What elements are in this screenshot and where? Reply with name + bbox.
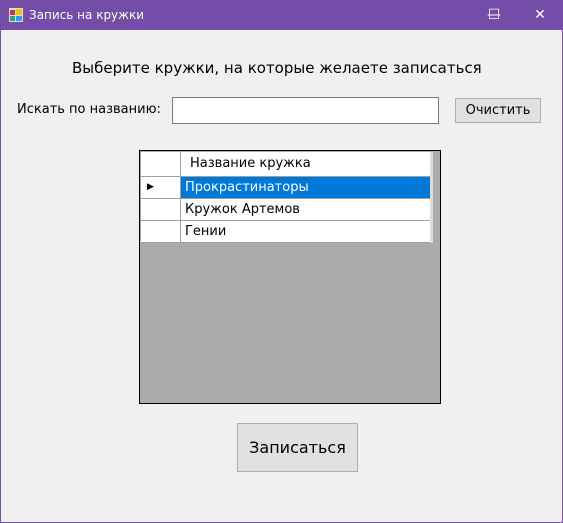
window-title: Запись на кружки xyxy=(29,8,145,22)
row-header-corner xyxy=(141,152,181,176)
search-label: Искать по названию: xyxy=(17,102,161,117)
grid-header-row: Название кружка xyxy=(141,152,431,177)
clubs-grid[interactable]: Название кружка ▶ Прокрастинаторы Кружок… xyxy=(139,150,441,404)
grid-cell[interactable]: Гении xyxy=(181,221,431,242)
column-header-club-name[interactable]: Название кружка xyxy=(181,152,431,176)
page-heading: Выберите кружки, на которые желаете запи… xyxy=(72,59,482,77)
current-row-arrow-icon[interactable]: ▶ xyxy=(141,177,181,198)
table-row[interactable]: Кружок Артемов xyxy=(141,199,431,221)
grid-cell[interactable]: Прокрастинаторы xyxy=(181,177,431,198)
grid-cell[interactable]: Кружок Артемов xyxy=(181,199,431,220)
title-bar: Запись на кружки — ☐ ✕ xyxy=(0,0,563,30)
table-row[interactable]: Гении xyxy=(141,221,431,243)
close-icon: ✕ xyxy=(534,7,546,23)
clear-button[interactable]: Очистить xyxy=(455,98,541,123)
maximize-button[interactable]: ☐ xyxy=(471,0,517,30)
enroll-button[interactable]: Записаться xyxy=(237,423,358,472)
app-icon xyxy=(9,8,23,22)
table-row[interactable]: ▶ Прокрастинаторы xyxy=(141,177,431,199)
row-header[interactable] xyxy=(141,221,181,242)
row-header[interactable] xyxy=(141,199,181,220)
maximize-icon: ☐ xyxy=(487,7,501,23)
grid-column-edge xyxy=(430,152,433,243)
search-input[interactable] xyxy=(172,97,439,124)
close-button[interactable]: ✕ xyxy=(517,0,563,30)
